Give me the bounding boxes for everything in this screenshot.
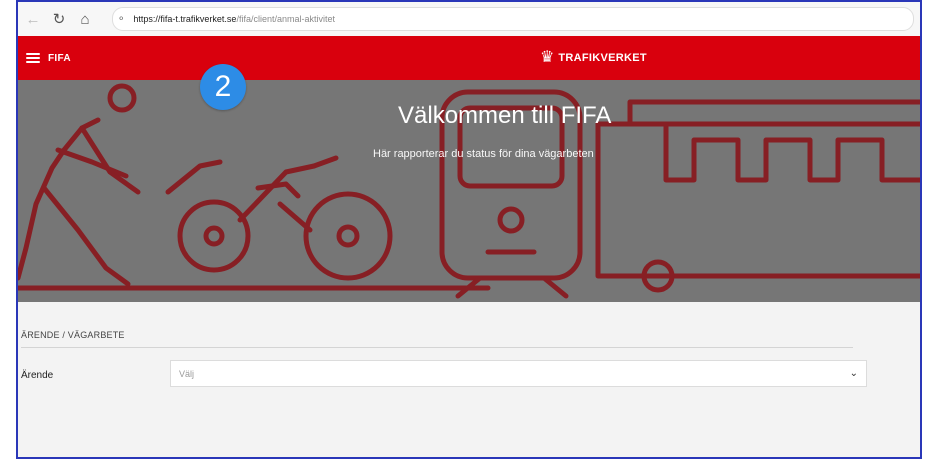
address-bar[interactable]: ⚬ https://fifa-t.trafikverket.se /fifa/c… bbox=[112, 7, 914, 31]
app-window: ← ↻ ⌂ ⚬ https://fifa-t.trafikverket.se /… bbox=[16, 0, 922, 459]
home-icon: ⌂ bbox=[80, 10, 90, 28]
chevron-down-icon: ⌄ bbox=[849, 368, 858, 379]
url-host: https://fifa-t.trafikverket.se bbox=[133, 14, 237, 24]
url-path: /fifa/client/anmal-aktivitet bbox=[236, 14, 335, 24]
brand-name: TRAFIKVERKET bbox=[558, 52, 647, 64]
lock-icon: ⚬ bbox=[117, 13, 126, 25]
arrow-left-icon: ← bbox=[25, 10, 41, 28]
section-divider bbox=[21, 347, 853, 348]
app-name[interactable]: FIFA bbox=[48, 53, 71, 64]
brand-logo[interactable]: ♛ TRAFIKVERKET bbox=[540, 36, 647, 80]
browser-toolbar: ← ↻ ⌂ ⚬ https://fifa-t.trafikverket.se /… bbox=[18, 2, 920, 37]
hamburger-icon[interactable] bbox=[26, 53, 40, 63]
trafikverket-crown-icon: ♛ bbox=[540, 49, 555, 66]
hero-subtitle: Här rapporterar du status för dina vägar… bbox=[373, 148, 594, 160]
reload-button[interactable]: ↻ bbox=[46, 6, 72, 32]
reload-icon: ↻ bbox=[52, 11, 66, 28]
section-heading: ÄRENDE / VÄGARBETE bbox=[21, 330, 125, 340]
home-button[interactable]: ⌂ bbox=[72, 6, 98, 32]
step-badge: 2 bbox=[200, 64, 246, 110]
arende-select-placeholder: Välj bbox=[179, 368, 195, 379]
hero-title: Välkommen till FIFA bbox=[398, 102, 612, 129]
form-section: ÄRENDE / VÄGARBETE Ärende Välj ⌄ bbox=[18, 302, 920, 457]
back-button[interactable]: ← bbox=[20, 6, 46, 32]
app-header: FIFA ♛ TRAFIKVERKET bbox=[18, 36, 920, 80]
hero-banner: Välkommen till FIFA Här rapporterar du s… bbox=[18, 80, 920, 302]
arende-label: Ärende bbox=[21, 370, 54, 381]
arende-select[interactable]: Välj ⌄ bbox=[170, 360, 867, 387]
